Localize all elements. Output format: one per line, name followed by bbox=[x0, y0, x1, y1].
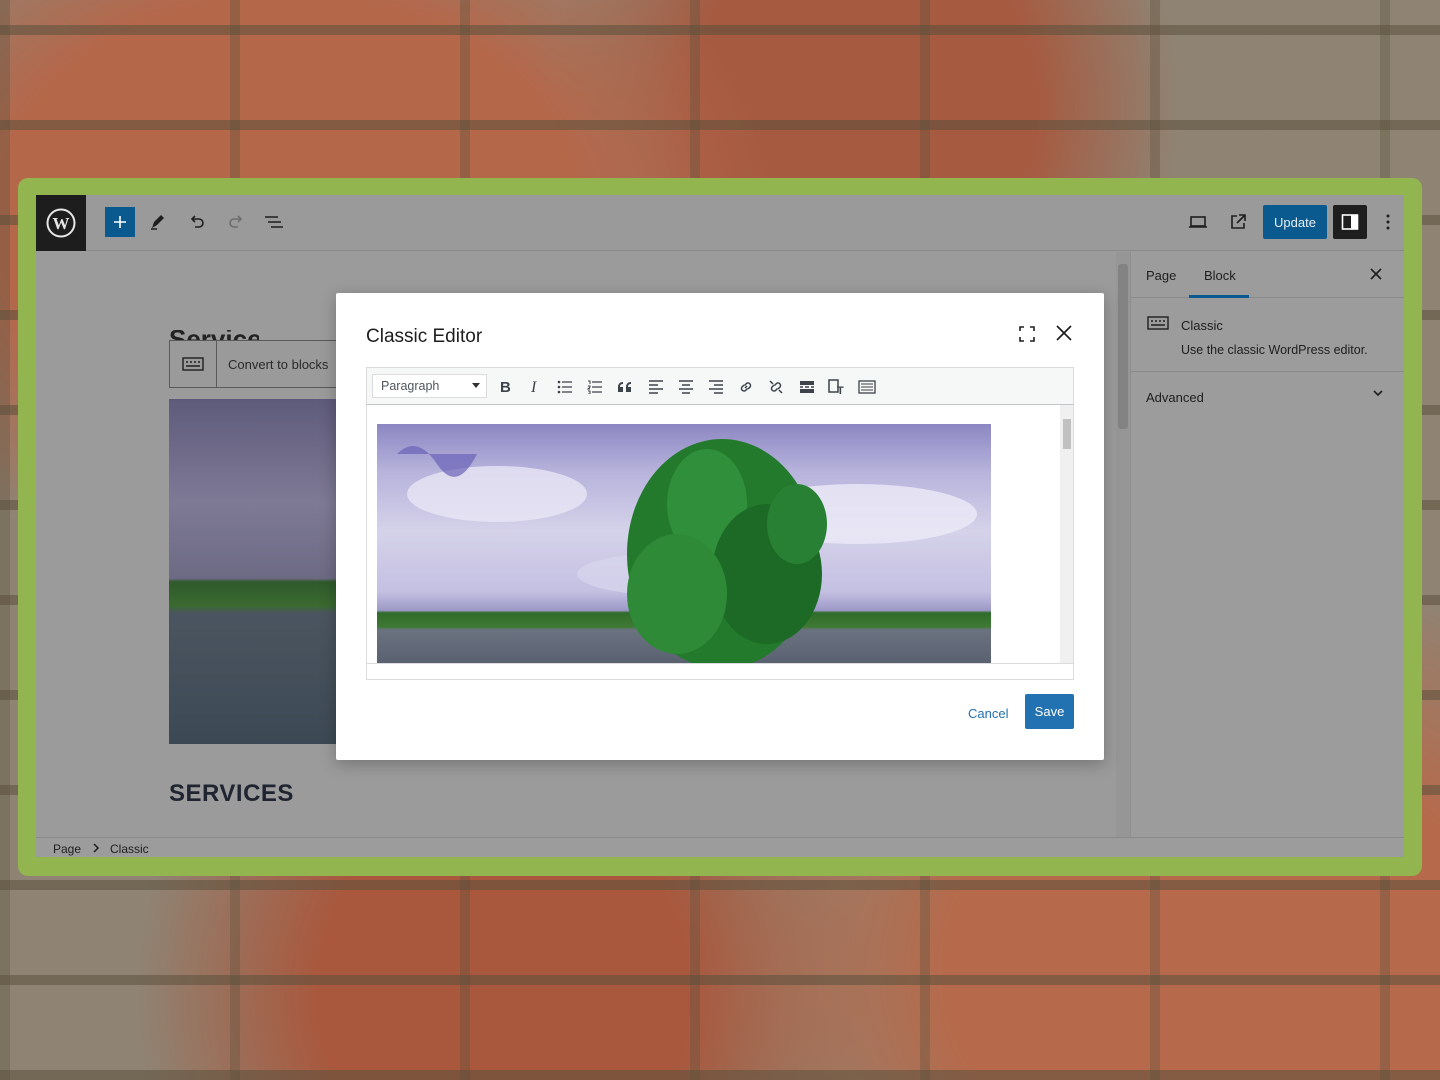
desktop-preview-icon bbox=[1189, 216, 1207, 228]
pencil-icon bbox=[151, 215, 164, 230]
preview-button[interactable] bbox=[1183, 207, 1213, 237]
more-vertical-icon bbox=[1386, 214, 1390, 230]
bold-button[interactable]: B bbox=[494, 376, 516, 398]
advanced-label: Advanced bbox=[1146, 390, 1204, 405]
insert-link-button[interactable] bbox=[735, 376, 757, 398]
block-card-title: Classic bbox=[1181, 318, 1223, 333]
redo-button[interactable] bbox=[221, 207, 251, 237]
toolbar-toggle-button[interactable] bbox=[856, 376, 878, 398]
paste-as-text-button[interactable]: T bbox=[826, 376, 848, 398]
svg-text:T: T bbox=[837, 385, 844, 395]
classic-editor-modal: Classic Editor Paragraph B I T Cancel Sa… bbox=[336, 293, 1104, 760]
close-icon bbox=[1056, 325, 1072, 341]
tab-block[interactable]: Block bbox=[1204, 268, 1236, 283]
svg-text:I: I bbox=[530, 379, 537, 395]
block-card: Classic Use the classic WordPress editor… bbox=[1131, 298, 1404, 372]
advanced-panel-toggle[interactable]: Advanced bbox=[1131, 372, 1404, 422]
chevron-right-icon bbox=[92, 842, 100, 856]
bulleted-list-icon bbox=[557, 380, 572, 394]
list-view-icon bbox=[265, 216, 283, 228]
add-block-button[interactable] bbox=[105, 207, 135, 237]
options-button[interactable] bbox=[1373, 207, 1403, 237]
editor-statusbar bbox=[366, 663, 1074, 680]
fullscreen-icon bbox=[1019, 326, 1035, 342]
tree-image bbox=[397, 439, 977, 663]
modal-title: Classic Editor bbox=[366, 326, 483, 347]
link-icon bbox=[740, 382, 752, 392]
convert-to-blocks-button[interactable]: Convert to blocks bbox=[217, 357, 328, 372]
editor-top-toolbar: W Update bbox=[36, 195, 1404, 251]
wordpress-logo-icon[interactable]: W bbox=[36, 195, 86, 251]
settings-panel-icon bbox=[1341, 214, 1359, 230]
unlink-icon bbox=[769, 380, 783, 394]
bold-icon: B bbox=[500, 379, 511, 395]
canvas-scrollbar[interactable] bbox=[1116, 252, 1130, 837]
settings-sidebar: Page Block Classic Use the classic WordP… bbox=[1130, 252, 1404, 837]
quote-icon bbox=[618, 382, 631, 392]
redo-icon bbox=[229, 215, 243, 228]
format-select[interactable]: Paragraph bbox=[372, 374, 487, 398]
close-modal-button[interactable] bbox=[1054, 323, 1074, 348]
tab-page[interactable]: Page bbox=[1146, 268, 1176, 283]
italic-icon: I bbox=[530, 379, 537, 395]
plus-icon bbox=[114, 216, 126, 228]
remove-link-button[interactable] bbox=[765, 376, 787, 398]
align-center-icon bbox=[679, 380, 693, 394]
svg-text:W: W bbox=[53, 214, 70, 233]
undo-icon bbox=[190, 215, 204, 228]
block-toolbar: Convert to blocks bbox=[169, 340, 339, 388]
breadcrumb-classic[interactable]: Classic bbox=[110, 842, 149, 856]
fullscreen-button[interactable] bbox=[1018, 325, 1036, 348]
paste-text-icon: T bbox=[828, 379, 844, 395]
view-page-button[interactable] bbox=[1223, 207, 1253, 237]
classic-block-image bbox=[169, 399, 339, 744]
numbered-list-button[interactable] bbox=[584, 376, 606, 398]
block-breadcrumb: Page Classic bbox=[36, 837, 1404, 857]
editor-image[interactable] bbox=[377, 424, 991, 663]
dropdown-arrow-icon bbox=[472, 383, 480, 388]
keyboard-icon bbox=[1147, 316, 1169, 335]
tinymce-toolbar: Paragraph B I T bbox=[366, 367, 1074, 405]
align-right-button[interactable] bbox=[705, 376, 727, 398]
italic-button[interactable]: I bbox=[524, 376, 546, 398]
align-left-icon bbox=[649, 380, 663, 394]
chevron-down-icon bbox=[1372, 386, 1384, 404]
block-card-description: Use the classic WordPress editor. bbox=[1181, 343, 1368, 357]
blockquote-button[interactable] bbox=[614, 376, 636, 398]
keyboard-icon bbox=[858, 380, 876, 394]
services-heading: SERVICES bbox=[169, 780, 294, 807]
save-button[interactable]: Save bbox=[1025, 694, 1074, 729]
breadcrumb-page[interactable]: Page bbox=[53, 842, 81, 856]
close-icon bbox=[1370, 268, 1382, 280]
format-select-value: Paragraph bbox=[381, 379, 440, 393]
close-sidebar-button[interactable] bbox=[1370, 264, 1382, 285]
sidebar-tabs: Page Block bbox=[1131, 252, 1404, 298]
numbered-list-icon bbox=[587, 380, 602, 394]
settings-toggle-button[interactable] bbox=[1333, 205, 1367, 239]
undo-button[interactable] bbox=[182, 207, 212, 237]
list-view-button[interactable] bbox=[259, 207, 289, 237]
editor-scrollbar[interactable] bbox=[1060, 405, 1073, 663]
tools-button[interactable] bbox=[143, 207, 173, 237]
svg-text:B: B bbox=[500, 379, 511, 395]
align-left-button[interactable] bbox=[645, 376, 667, 398]
classic-block-button[interactable] bbox=[170, 341, 217, 387]
cancel-button[interactable]: Cancel bbox=[968, 706, 1008, 721]
align-right-icon bbox=[709, 380, 723, 394]
read-more-icon bbox=[800, 381, 814, 393]
align-center-button[interactable] bbox=[675, 376, 697, 398]
bulleted-list-button[interactable] bbox=[554, 376, 576, 398]
read-more-button[interactable] bbox=[796, 376, 818, 398]
keyboard-icon bbox=[182, 357, 204, 371]
update-button[interactable]: Update bbox=[1263, 205, 1327, 239]
external-link-icon bbox=[1231, 214, 1246, 229]
editor-content-area[interactable] bbox=[366, 405, 1074, 663]
